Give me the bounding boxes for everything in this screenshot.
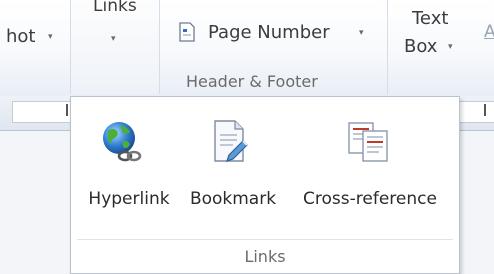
screenshot-label: hot [6,26,36,47]
cross-reference-icon [348,122,388,162]
header-footer-group-label: Header & Footer [186,72,318,91]
hyperlink-button[interactable]: Hyperlink [77,107,181,215]
bookmark-label: Bookmark [189,189,277,209]
links-label: Links [93,0,137,16]
chevron-down-icon: ▾ [111,34,116,44]
chevron-down-icon: ▾ [48,32,53,42]
screenshot-button[interactable]: hot ▾ [0,0,70,94]
ruler-tick [484,104,486,116]
cross-reference-button[interactable]: Cross-reference [287,107,453,215]
ribbon-separator [387,0,388,94]
links-group-label: Links [244,247,286,266]
chevron-down-icon: ▾ [359,28,364,38]
dropdown-separator [77,239,453,240]
hyperlink-label: Hyperlink [88,189,170,209]
chevron-down-icon: ▾ [448,42,453,52]
ruler-white-area [12,101,72,123]
cross-reference-label: Cross-reference [303,189,437,209]
ruler-white-area [456,101,494,123]
ruler-tick [66,104,68,116]
text-label: Text [412,8,449,29]
quick-parts-icon[interactable]: A [484,22,494,42]
page-number-label: Page Number [208,22,330,43]
bookmark-page-icon [214,120,248,162]
links-button[interactable]: Links ▾ [71,0,159,94]
bookmark-button[interactable]: Bookmark [181,107,285,215]
box-label: Box [404,36,438,57]
text-box-button[interactable]: Text Box ▾ [390,0,478,94]
page-number-icon [179,22,195,42]
ribbon: hot ▾ Links ▾ Page Number ▾ Header & Foo… [0,0,494,97]
globe-chain-icon [103,122,142,162]
page-number-button[interactable]: Page Number ▾ [172,18,372,48]
ribbon-separator [159,0,160,94]
links-dropdown: Hyperlink Bookmark Cross-reference Links [70,96,460,274]
